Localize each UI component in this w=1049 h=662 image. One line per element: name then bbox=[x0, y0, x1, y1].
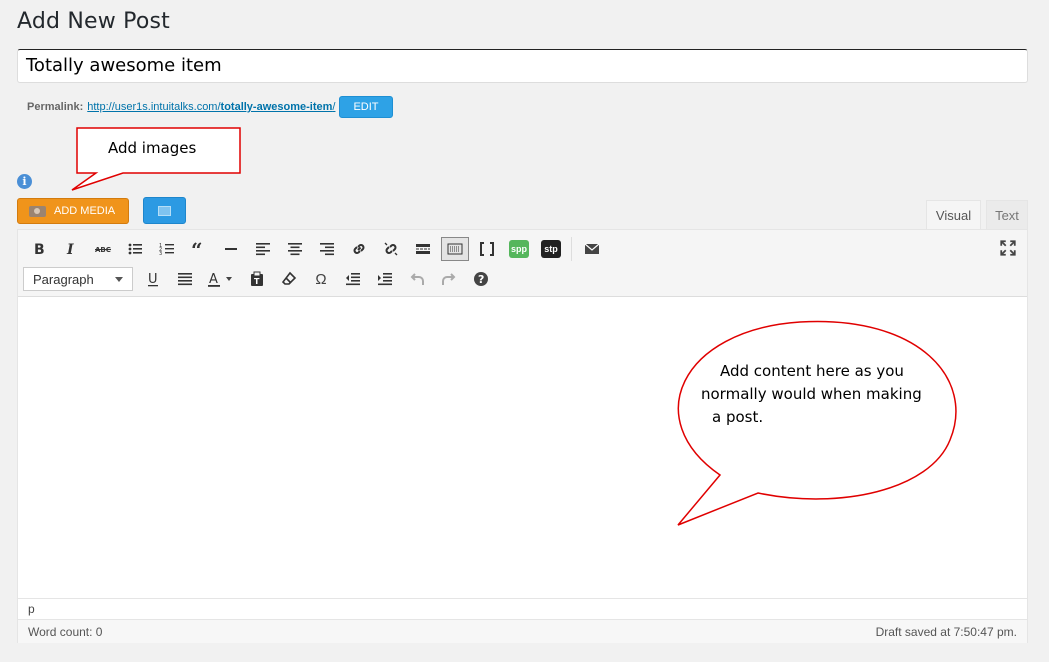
strikethrough-icon[interactable]: ABC bbox=[87, 236, 119, 262]
link-icon[interactable] bbox=[343, 236, 375, 262]
align-right-icon[interactable] bbox=[311, 236, 343, 262]
align-center-icon[interactable] bbox=[279, 236, 311, 262]
help-glyph: ? bbox=[478, 273, 484, 286]
format-select[interactable]: Paragraph bbox=[23, 267, 133, 291]
add-media-label: ADD MEDIA bbox=[54, 205, 116, 217]
add-images-callout-shape bbox=[71, 127, 241, 191]
camera-icon bbox=[28, 204, 48, 218]
svg-text:3: 3 bbox=[159, 251, 162, 257]
svg-text:B: B bbox=[34, 242, 45, 257]
stp-icon: stp bbox=[541, 240, 561, 258]
undo-icon[interactable] bbox=[401, 266, 433, 292]
clear-formatting-icon[interactable] bbox=[273, 266, 305, 292]
email-icon[interactable] bbox=[576, 236, 608, 262]
read-more-icon[interactable] bbox=[407, 236, 439, 262]
svg-text:A: A bbox=[209, 272, 218, 287]
add-gallery-button[interactable] bbox=[143, 197, 186, 224]
distraction-free-icon[interactable] bbox=[471, 236, 503, 262]
spp-button[interactable]: spp bbox=[503, 236, 535, 262]
italic-icon[interactable]: I bbox=[55, 236, 87, 262]
callout-line-3: a post. bbox=[712, 408, 764, 426]
underline-icon[interactable]: U bbox=[137, 266, 169, 292]
permalink-url-prefix: http://user1s.intuitalks.com/ bbox=[87, 101, 221, 113]
word-count: Word count: 0 bbox=[28, 624, 103, 639]
post-editor: B I ABC 123 “ spp stp Paragraph bbox=[17, 229, 1028, 643]
permalink-url-slug: totally-awesome-item bbox=[220, 101, 333, 113]
svg-text:“: “ bbox=[191, 241, 203, 257]
svg-text:I: I bbox=[66, 242, 74, 257]
permalink-row: Permalink: http://user1s.intuitalks.com/… bbox=[27, 96, 393, 118]
justify-icon[interactable] bbox=[169, 266, 201, 292]
post-title-input[interactable]: Totally awesome item bbox=[17, 49, 1028, 83]
toolbar-toggle-icon[interactable] bbox=[441, 237, 469, 261]
bulleted-list-icon[interactable] bbox=[119, 236, 151, 262]
fullscreen-icon[interactable] bbox=[999, 239, 1017, 257]
paste-as-text-icon[interactable]: T bbox=[241, 266, 273, 292]
toolbar-row-1: B I ABC 123 “ spp stp bbox=[23, 236, 608, 262]
spp-icon: spp bbox=[509, 240, 529, 258]
permalink-url-suffix: / bbox=[332, 101, 336, 113]
permalink-label: Permalink: bbox=[27, 101, 84, 113]
edit-permalink-button[interactable]: EDIT bbox=[339, 96, 393, 118]
toolbar-separator bbox=[571, 237, 572, 261]
add-images-callout-text: Add images bbox=[108, 139, 197, 157]
special-character-icon[interactable]: Ω bbox=[305, 266, 337, 292]
text-color-icon[interactable]: A bbox=[201, 266, 241, 292]
blockquote-icon[interactable]: “ bbox=[183, 236, 215, 262]
editor-toolbar: B I ABC 123 “ spp stp Paragraph bbox=[18, 230, 1027, 297]
svg-text:U: U bbox=[148, 272, 158, 287]
stp-button[interactable]: stp bbox=[535, 236, 567, 262]
add-media-button[interactable]: ADD MEDIA bbox=[17, 198, 129, 224]
horizontal-line-icon[interactable] bbox=[215, 236, 247, 262]
tab-text[interactable]: Text bbox=[986, 200, 1028, 230]
editor-status-bar: Word count: 0 Draft saved at 7:50:47 pm. bbox=[18, 619, 1027, 643]
permalink-link[interactable]: http://user1s.intuitalks.com/totally-awe… bbox=[87, 101, 335, 113]
format-select-value: Paragraph bbox=[33, 271, 94, 287]
unlink-icon[interactable] bbox=[375, 236, 407, 262]
align-left-icon[interactable] bbox=[247, 236, 279, 262]
draft-saved-status: Draft saved at 7:50:47 pm. bbox=[875, 624, 1017, 639]
info-icon[interactable]: i bbox=[17, 174, 32, 189]
chevron-down-icon bbox=[115, 276, 123, 282]
callout-line-2: normally would when making bbox=[701, 385, 922, 403]
add-content-callout-text: Add content here as you normally would w… bbox=[698, 360, 938, 429]
bold-icon[interactable]: B bbox=[23, 236, 55, 262]
svg-text:T: T bbox=[254, 277, 260, 286]
element-path[interactable]: p bbox=[18, 598, 1027, 618]
page-title: Add New Post bbox=[17, 9, 170, 34]
help-icon[interactable]: ? bbox=[465, 266, 497, 292]
toolbar-row-2: Paragraph U A T Ω ? bbox=[23, 266, 497, 292]
image-icon bbox=[158, 205, 171, 216]
indent-icon[interactable] bbox=[369, 266, 401, 292]
numbered-list-icon[interactable]: 123 bbox=[151, 236, 183, 262]
redo-icon[interactable] bbox=[433, 266, 465, 292]
editor-content-area[interactable] bbox=[18, 297, 1027, 597]
tab-visual[interactable]: Visual bbox=[926, 200, 981, 230]
outdent-icon[interactable] bbox=[337, 266, 369, 292]
callout-line-1: Add content here as you bbox=[720, 362, 904, 380]
